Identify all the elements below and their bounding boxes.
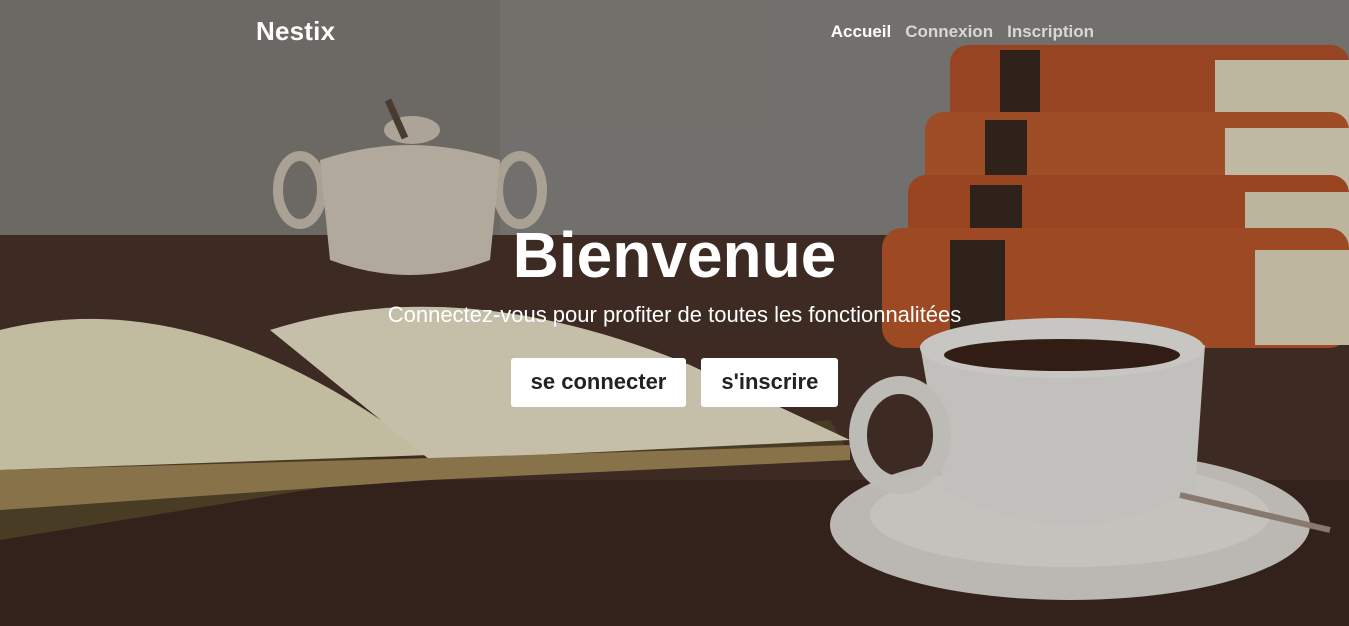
signup-button[interactable]: s'inscrire [701,358,839,407]
hero-content: Bienvenue Connectez-vous pour profiter d… [0,218,1349,407]
hero-buttons: se connecter s'inscrire [0,358,1349,407]
nav-link-inscription[interactable]: Inscription [1007,22,1094,42]
hero-section: Nestix Accueil Connexion Inscription Bie… [0,0,1349,626]
brand-logo[interactable]: Nestix [256,16,335,47]
hero-subtitle: Connectez-vous pour profiter de toutes l… [387,302,962,327]
login-button[interactable]: se connecter [510,358,687,407]
navbar: Nestix Accueil Connexion Inscription [0,0,1349,64]
hero-title: Bienvenue [512,219,837,291]
nav-link-accueil[interactable]: Accueil [831,22,891,42]
nav-links: Accueil Connexion Inscription [831,22,1094,42]
nav-link-connexion[interactable]: Connexion [905,22,993,42]
